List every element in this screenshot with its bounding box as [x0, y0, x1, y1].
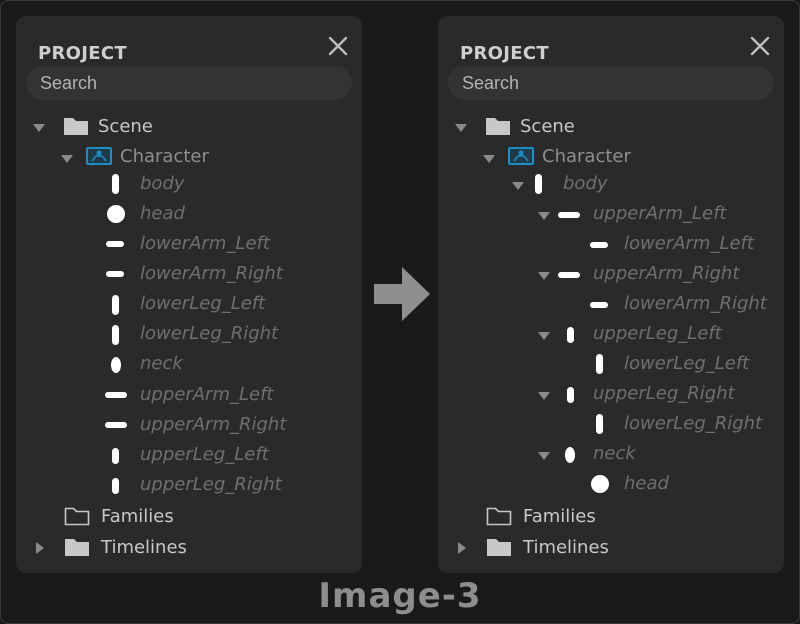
bone-label: upperArm_Left	[593, 203, 727, 224]
bone-label: head	[140, 203, 185, 224]
tree-label-scene: Scene	[520, 116, 575, 137]
bone-label: body	[140, 173, 185, 194]
expand-arrow-icon[interactable]	[483, 155, 495, 163]
bone-label: upperLeg_Right	[593, 383, 735, 404]
bone-shape-vertical-icon	[112, 174, 119, 194]
expand-arrow-icon[interactable]	[538, 392, 550, 400]
bone-shape-vertical-icon	[535, 174, 542, 194]
bone-shape-horizontal-icon	[105, 392, 127, 398]
tree-label-families: Families	[523, 506, 596, 527]
bone-label: lowerLeg_Left	[140, 293, 266, 314]
folder-outline-icon	[486, 507, 512, 526]
bone-label: lowerArm_Right	[624, 293, 767, 314]
bone-label: neck	[593, 443, 636, 464]
bone-label: upperArm_Right	[140, 414, 287, 435]
expand-arrow-icon[interactable]	[33, 124, 45, 132]
image-caption: Image-3	[318, 576, 482, 616]
tree-label-families: Families	[101, 506, 174, 527]
character-icon	[86, 147, 112, 165]
expand-arrow-icon[interactable]	[538, 452, 550, 460]
bone-label: upperArm_Left	[140, 384, 274, 405]
bone-shape-oval-icon	[565, 447, 575, 463]
tree-label-character: Character	[120, 146, 209, 167]
bone-label: lowerArm_Left	[140, 233, 270, 254]
close-icon[interactable]	[326, 34, 350, 58]
bone-label: neck	[140, 353, 183, 374]
character-icon	[508, 147, 534, 165]
expand-arrow-icon[interactable]	[455, 124, 467, 132]
expand-arrow-icon[interactable]	[61, 155, 73, 163]
folder-icon	[486, 118, 510, 135]
bone-shape-vertical-icon	[112, 325, 119, 345]
expand-arrow-icon[interactable]	[512, 182, 524, 190]
bone-shape-horizontal-icon	[590, 302, 608, 308]
bone-label: upperArm_Right	[593, 263, 740, 284]
expand-arrow-icon[interactable]	[538, 212, 550, 220]
folder-icon	[65, 539, 89, 556]
collapse-arrow-icon[interactable]	[458, 542, 466, 554]
bone-shape-vertical-icon	[112, 295, 119, 315]
bone-label: lowerArm_Left	[624, 233, 754, 254]
bone-label: upperLeg_Left	[593, 323, 722, 344]
bone-shape-horizontal-icon	[106, 241, 124, 247]
bone-shape-horizontal-icon	[590, 242, 608, 248]
bone-shape-circle-icon	[591, 475, 609, 493]
folder-outline-icon	[64, 507, 90, 526]
search-input[interactable]	[26, 66, 352, 100]
bone-shape-oval-icon	[111, 357, 121, 373]
project-panel-left: PROJECT Scene Character body head lowerA…	[16, 16, 362, 573]
collapse-arrow-icon[interactable]	[36, 542, 44, 554]
bone-shape-vertical-icon	[596, 354, 603, 374]
folder-icon	[487, 539, 511, 556]
panel-title: PROJECT	[38, 43, 127, 64]
bone-shape-vertical-icon	[596, 414, 603, 434]
expand-arrow-icon[interactable]	[538, 272, 550, 280]
project-panel-right: PROJECT Scene Character body upperArm_Le…	[438, 16, 784, 573]
bone-label: lowerArm_Right	[140, 263, 283, 284]
bone-shape-horizontal-icon	[558, 272, 580, 278]
search-input[interactable]	[448, 66, 774, 100]
bone-label: body	[563, 173, 608, 194]
panel-title: PROJECT	[460, 43, 549, 64]
bone-shape-vertical-icon	[567, 387, 574, 403]
bone-shape-vertical-icon	[112, 478, 119, 494]
bone-label: lowerLeg_Right	[140, 323, 279, 344]
bone-label: upperLeg_Right	[140, 474, 282, 495]
close-icon[interactable]	[748, 34, 772, 58]
bone-label: head	[624, 473, 669, 494]
tree-label-timelines: Timelines	[101, 537, 187, 558]
tree-label-character: Character	[542, 146, 631, 167]
bone-shape-horizontal-icon	[105, 422, 127, 428]
bone-shape-vertical-icon	[112, 448, 119, 464]
folder-icon	[64, 118, 88, 135]
bone-shape-horizontal-icon	[106, 271, 124, 277]
right-arrow-icon	[374, 267, 430, 321]
bone-label: upperLeg_Left	[140, 444, 269, 465]
bone-shape-circle-icon	[107, 205, 125, 223]
bone-label: lowerLeg_Right	[624, 413, 763, 434]
bone-shape-horizontal-icon	[558, 212, 580, 218]
bone-label: lowerLeg_Left	[624, 353, 750, 374]
bone-shape-vertical-icon	[567, 327, 574, 343]
expand-arrow-icon[interactable]	[538, 332, 550, 340]
tree-label-timelines: Timelines	[523, 537, 609, 558]
tree-label-scene: Scene	[98, 116, 153, 137]
